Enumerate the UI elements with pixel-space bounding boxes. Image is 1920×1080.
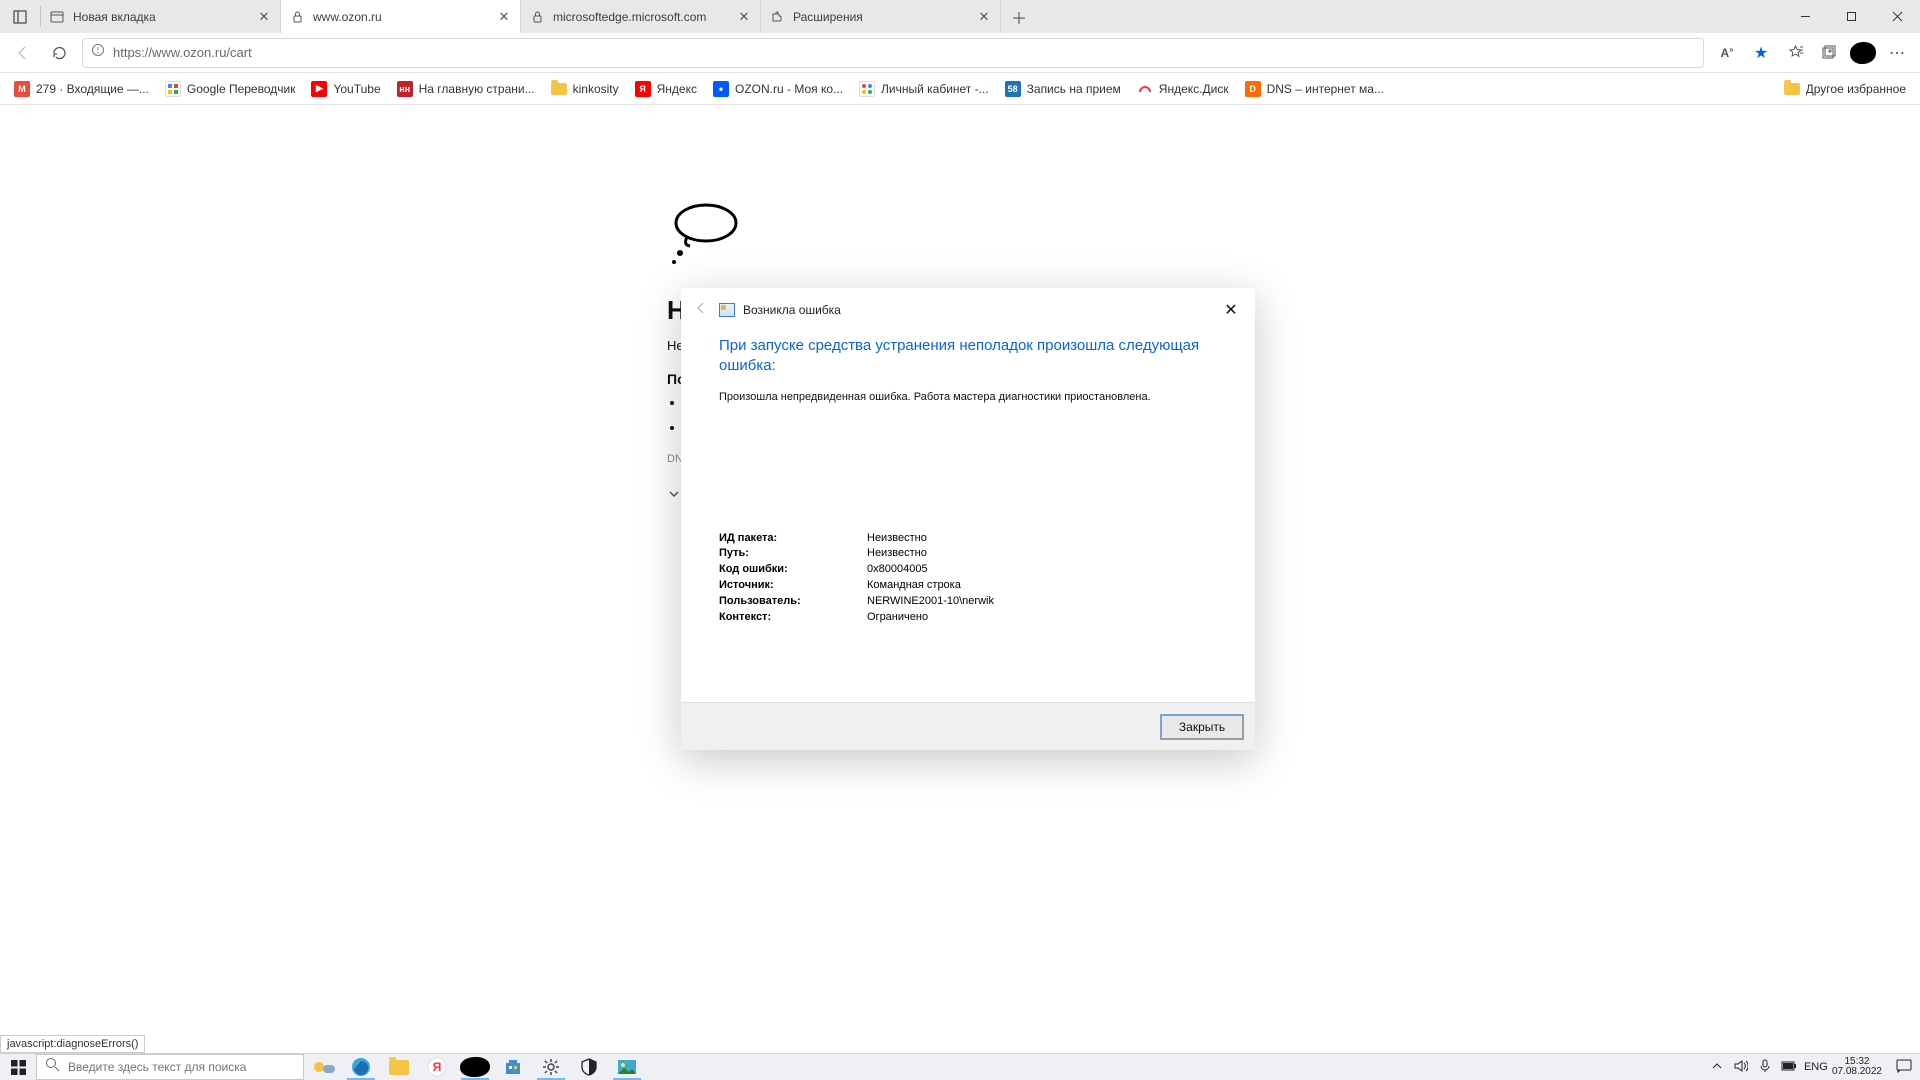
- windows-taskbar: Я ENG 15:32 07.08.2022: [0, 1053, 1920, 1080]
- taskbar-app-edge[interactable]: [342, 1054, 380, 1080]
- taskbar-app-settings[interactable]: [532, 1054, 570, 1080]
- detail-value: Неизвестно: [867, 531, 927, 547]
- detail-value: Командная строка: [867, 578, 961, 594]
- detail-value: 0x80004005: [867, 562, 928, 578]
- detail-value: NERWINE2001-10\nerwik: [867, 594, 994, 610]
- detail-value: Неизвестно: [867, 546, 927, 562]
- tray-notifications-icon[interactable]: [1892, 1059, 1916, 1076]
- tray-mic-icon[interactable]: [1756, 1059, 1774, 1076]
- detail-key: Источник:: [719, 578, 867, 594]
- taskbar-search[interactable]: [36, 1054, 304, 1080]
- dialog-close-button[interactable]: ✕: [1219, 300, 1243, 320]
- dialog-heading: При запуске средства устранения неполадо…: [719, 336, 1217, 377]
- taskbar-app-unknown[interactable]: [456, 1054, 494, 1080]
- close-button[interactable]: Закрыть: [1161, 715, 1243, 739]
- svg-text:Я: Я: [433, 1060, 442, 1074]
- taskbar-app-explorer[interactable]: [380, 1054, 418, 1080]
- tray-chevron-up-icon[interactable]: [1708, 1061, 1726, 1074]
- system-tray: ENG 15:32 07.08.2022: [1708, 1054, 1920, 1080]
- dialog-body: При запуске средства устранения неполадо…: [681, 332, 1255, 702]
- search-icon: [45, 1057, 60, 1077]
- detail-key: Контекст:: [719, 610, 867, 626]
- taskbar-apps: Я: [304, 1054, 646, 1080]
- taskbar-app-security[interactable]: [570, 1054, 608, 1080]
- dialog-description: Произошла непредвиденная ошибка. Работа …: [719, 391, 1217, 403]
- modal-overlay: Возникла ошибка ✕ При запуске средства у…: [0, 0, 1920, 1080]
- back-arrow-icon: [693, 300, 709, 321]
- tray-battery-icon[interactable]: [1780, 1061, 1798, 1074]
- dialog-title: Возникла ошибка: [743, 303, 841, 317]
- detail-value: Ограничено: [867, 610, 928, 626]
- taskbar-app-weather[interactable]: [304, 1054, 342, 1080]
- dialog-details: ИД пакета:Неизвестно Путь:Неизвестно Код…: [719, 531, 1217, 627]
- taskbar-app-yandex[interactable]: Я: [418, 1054, 456, 1080]
- tray-clock[interactable]: 15:32 07.08.2022: [1828, 1057, 1886, 1078]
- detail-key: Пользователь:: [719, 594, 867, 610]
- tray-language[interactable]: ENG: [1804, 1061, 1822, 1073]
- troubleshooter-dialog: Возникла ошибка ✕ При запуске средства у…: [681, 288, 1255, 750]
- folder-icon: [389, 1060, 409, 1075]
- detail-key: Код ошибки:: [719, 562, 867, 578]
- taskbar-app-photos[interactable]: [608, 1054, 646, 1080]
- dialog-header: Возникла ошибка ✕: [681, 288, 1255, 332]
- tray-volume-icon[interactable]: [1732, 1060, 1750, 1075]
- dialog-footer: Закрыть: [681, 702, 1255, 750]
- detail-key: ИД пакета:: [719, 531, 867, 547]
- start-button[interactable]: [0, 1054, 36, 1080]
- search-input[interactable]: [68, 1060, 295, 1074]
- detail-key: Путь:: [719, 546, 867, 562]
- taskbar-app-store[interactable]: [494, 1054, 532, 1080]
- dialog-app-icon: [719, 303, 735, 317]
